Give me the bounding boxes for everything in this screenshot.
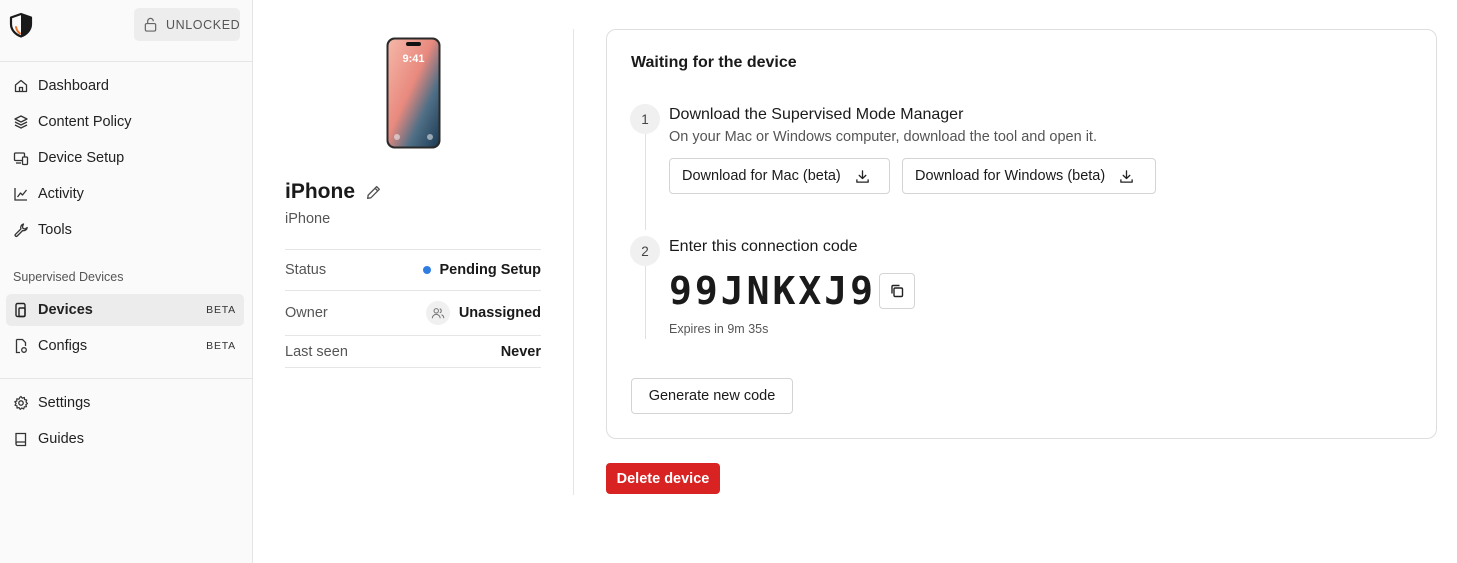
main-nav: Dashboard Content Policy Device Setup Ac… [6,70,244,246]
download-mac-label: Download for Mac (beta) [682,168,841,184]
nav-label: Devices [38,302,93,318]
nav-label: Guides [38,431,84,447]
beta-badge: BETA [206,304,236,316]
book-icon [15,432,27,447]
nav-label: Device Setup [38,150,125,166]
nav-item-tools[interactable]: Tools [6,214,244,246]
gear-icon [14,395,29,410]
edit-pencil-icon[interactable] [365,184,382,201]
nav-item-configs[interactable]: Configs BETA [6,330,244,362]
connection-code: 99JNKXJ9 [669,269,877,313]
device-name: iPhone [285,180,382,204]
home-icon [14,79,28,93]
download-windows-label: Download for Windows (beta) [915,168,1106,184]
status-value: Pending Setup [422,262,542,278]
nav-item-settings[interactable]: Settings [6,387,244,419]
download-windows-button[interactable]: Download for Windows (beta) [902,158,1156,194]
step1-title: Download the Supervised Mode Manager [669,106,964,123]
column-divider [573,29,574,495]
nav-label: Content Policy [38,114,132,130]
info-row-last-seen: Last seen Never [285,335,541,368]
nav-label: Tools [38,222,72,238]
copy-code-button[interactable] [879,273,915,309]
info-row-owner: Owner Unassigned [285,290,541,335]
step-connector [645,134,646,230]
status-text: Pending Setup [439,262,542,278]
nav-item-content-policy[interactable]: Content Policy [6,106,244,138]
nav-item-activity[interactable]: Activity [6,178,244,210]
lock-status-label: UNLOCKED [166,17,241,32]
delete-device-button[interactable]: Delete device [606,463,720,494]
nav-label: Activity [38,186,84,202]
users-avatar-icon [425,301,450,325]
step1-description: On your Mac or Windows computer, downloa… [669,129,1097,145]
device-info-table: Status Pending Setup Owner Unassigned La… [285,249,541,368]
unlock-icon [144,17,157,32]
devices-icon [13,152,29,166]
status-label: Status [285,262,327,278]
section-label-supervised-devices: Supervised Devices [13,270,124,284]
info-row-status: Status Pending Setup [285,249,541,290]
nav-item-dashboard[interactable]: Dashboard [6,70,244,102]
lock-status-button[interactable]: UNLOCKED [134,8,240,41]
beta-badge: BETA [206,340,236,352]
device-icon [15,302,26,318]
nav-label: Dashboard [38,78,109,94]
wrench-icon [14,223,28,237]
download-icon [1120,169,1133,183]
bottom-nav: Settings Guides [6,387,244,455]
setup-card: Waiting for the device 1 Download the Su… [606,29,1437,439]
card-title: Waiting for the device [631,54,797,71]
nav-label: Configs [38,338,88,354]
download-icon [855,169,869,183]
generate-new-code-button[interactable]: Generate new code [631,378,793,414]
supervised-nav: Devices BETA Configs BETA [6,294,244,362]
step-number-2: 2 [630,236,660,266]
nav-label: Settings [38,395,91,411]
owner-text: Unassigned [458,305,541,321]
layers-icon [14,115,28,129]
download-mac-button[interactable]: Download for Mac (beta) [669,158,890,194]
status-dot-icon [422,266,431,274]
code-expiry: Expires in 9m 35s [669,322,769,336]
nav-item-device-setup[interactable]: Device Setup [6,142,244,174]
device-model: iPhone [285,211,331,227]
copy-icon [891,284,904,298]
owner-label: Owner [285,305,328,321]
sidebar: UNLOCKED Dashboard Content Policy Device… [0,0,253,563]
step-number-1: 1 [630,104,660,134]
last-seen-value: Never [500,343,541,360]
last-seen-label: Last seen [285,343,348,360]
nav-item-devices[interactable]: Devices BETA [6,294,244,326]
device-name-text: iPhone [285,180,356,203]
step-connector [645,266,646,339]
owner-value[interactable]: Unassigned [425,301,541,325]
shield-logo-icon[interactable] [8,12,34,38]
phone-clock: 9:41 [402,53,424,65]
chart-line-icon [14,188,28,201]
step2-title: Enter this connection code [669,238,858,255]
config-file-icon [15,338,27,354]
iphone-image: 9:41 [386,37,441,149]
sidebar-header: UNLOCKED [0,0,252,62]
sidebar-divider [0,378,253,379]
nav-item-guides[interactable]: Guides [6,423,244,455]
